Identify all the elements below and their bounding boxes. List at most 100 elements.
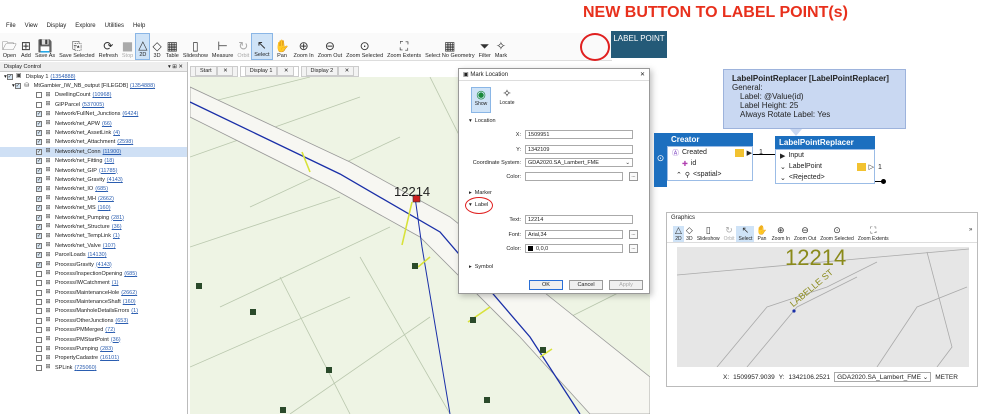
layer-row[interactable]: ✓ ⊞ Network/net_Valve (107)	[0, 241, 187, 250]
rejected-port-dot[interactable]	[881, 179, 886, 184]
show-button[interactable]: ◉ Show	[471, 87, 491, 113]
layer-row[interactable]: ✓ ⊞ Network/net_Structure (36)	[0, 222, 187, 231]
2d-button[interactable]: △ 2D	[135, 33, 151, 60]
zoom-selected-button[interactable]: ⊙ Zoom Selected	[818, 226, 856, 242]
layer-count[interactable]: 1	[114, 280, 117, 286]
layer-checkbox[interactable]	[36, 280, 42, 287]
layer-checkbox[interactable]: ✓	[36, 130, 42, 137]
graphics-canvas[interactable]: LABELLE ST 12214	[677, 247, 969, 367]
layer-row[interactable]: ⊞ Process/MaintenanceShaft (160)	[0, 297, 187, 306]
replacer-labelpoint-port[interactable]: ⌄ LabelPoint ▷	[776, 161, 874, 172]
layer-row[interactable]: ✓ ⊞ Network/net_Fitting (18)	[0, 157, 187, 166]
label-color-input[interactable]: 0,0,0	[525, 244, 623, 253]
layer-row[interactable]: ✓ ⊞ Network/FullNet_Junctions (6424)	[0, 110, 187, 119]
tree-dataset[interactable]: ▾ ✓ ⛁ MtGambier_IW_NB_output [FILEGDB] (…	[0, 81, 187, 90]
layer-checkbox[interactable]	[36, 346, 42, 353]
layer-row[interactable]: ✓ ⊞ Network/net_Conn (11900)	[0, 147, 187, 157]
layer-count[interactable]: 685	[97, 186, 106, 192]
marker-color-input[interactable]	[525, 172, 623, 181]
measure-button[interactable]: ⊢ Measure	[210, 33, 235, 60]
layer-row[interactable]: ⊞ Process/PMStartPoint (36)	[0, 335, 187, 344]
layer-checkbox[interactable]	[36, 299, 42, 306]
layer-count[interactable]: 11900	[104, 149, 119, 155]
layer-row[interactable]: ✓ ⊞ Network/net_Attachment (2598)	[0, 138, 187, 147]
apply-button[interactable]: Apply	[609, 280, 643, 290]
layer-count[interactable]: 107	[105, 243, 114, 249]
root-checkbox[interactable]: ✓	[6, 73, 13, 80]
dataset-checkbox[interactable]: ✓	[14, 83, 21, 90]
layer-count[interactable]: 4143	[109, 177, 121, 183]
ok-button[interactable]: OK	[529, 280, 563, 290]
layer-checkbox[interactable]: ✓	[36, 223, 42, 230]
layer-count[interactable]: 2662	[100, 196, 112, 202]
orbit-button[interactable]: ↻ Orbit	[722, 226, 737, 242]
layer-count[interactable]: 2598	[119, 139, 131, 145]
coordinate-system-select[interactable]: GDA2020.SA_Lambert_FME ⌄	[525, 158, 633, 167]
marker-color-browse-button[interactable]: ...	[629, 172, 638, 181]
layer-count[interactable]: 36	[113, 337, 119, 343]
layer-count[interactable]: 18	[106, 158, 112, 164]
close-icon[interactable]: ✕	[277, 66, 294, 76]
zoom-out-button[interactable]: ⊖ Zoom Out	[316, 33, 344, 60]
layer-checkbox[interactable]	[36, 92, 42, 99]
layer-count[interactable]: 281	[113, 215, 122, 221]
layer-checkbox[interactable]	[36, 327, 42, 334]
label-color-browse-button[interactable]: ...	[629, 244, 638, 253]
location-section-header[interactable]: ▾ Location	[469, 118, 496, 124]
layer-row[interactable]: ⊞ GIPParcel (537005)	[0, 100, 187, 109]
open-button[interactable]: 🗁 Open	[0, 33, 19, 60]
tree-root[interactable]: ▾ ✓ ▣ Display 1 (1354888)	[0, 72, 187, 81]
zoom-extents-button[interactable]: ⛶ Zoom Extents	[385, 33, 423, 60]
menu-item[interactable]: Explore	[75, 23, 95, 29]
layer-count[interactable]: 1	[133, 308, 136, 314]
replacer-input-port[interactable]: ▶ Input	[776, 150, 874, 161]
layer-checkbox[interactable]	[36, 289, 42, 296]
labelpointreplacer-node[interactable]: LabelPointReplacer ▶ Input ⌄ LabelPoint …	[775, 136, 875, 184]
pan-button[interactable]: ✋ Pan	[754, 226, 769, 242]
layer-checkbox[interactable]: ✓	[36, 214, 42, 221]
layer-count[interactable]: 160	[100, 205, 109, 211]
layer-row[interactable]: ⊞ Process/PMMerged (72)	[0, 326, 187, 335]
layer-row[interactable]: ✓ ⊞ Network/net_Gravity (4143)	[0, 175, 187, 184]
layer-checkbox[interactable]: ✓	[36, 261, 42, 268]
connection-line[interactable]	[753, 154, 775, 155]
layer-row[interactable]: ✓ ⊞ Network/net_APW (66)	[0, 119, 187, 128]
layer-checkbox[interactable]	[36, 355, 42, 362]
layer-count[interactable]: 10968	[94, 92, 109, 98]
refresh-button[interactable]: ⟳ Refresh	[97, 33, 120, 60]
marker-section-header[interactable]: ▸ Marker	[469, 190, 492, 196]
layer-checkbox[interactable]: ✓	[36, 252, 42, 259]
layer-checkbox[interactable]: ✓	[36, 242, 42, 249]
layer-row[interactable]: ⊞ Process/ManholeDetailsErrors (1)	[0, 307, 187, 316]
stop-button[interactable]: ■ Stop	[120, 33, 135, 60]
layer-count[interactable]: 725060	[76, 365, 94, 371]
layer-checkbox[interactable]: ✓	[36, 158, 42, 165]
layer-count[interactable]: 1	[115, 233, 118, 239]
layer-checkbox[interactable]: ✓	[36, 139, 42, 146]
menu-item[interactable]: Utilities	[105, 23, 124, 29]
layer-row[interactable]: ⊞ DwellingCount (10968)	[0, 91, 187, 100]
layer-row[interactable]: ✓ ⊞ Network/net_Pumping (281)	[0, 213, 187, 222]
layer-count[interactable]: 653	[117, 318, 126, 324]
view-tab[interactable]: Display 2 ✕	[300, 66, 360, 77]
creator-trigger-icon[interactable]: ⊙	[654, 133, 667, 187]
layer-row[interactable]: ✓ ⊞ Network/net_TempLink (1)	[0, 232, 187, 241]
layer-row[interactable]: ✓ ⊞ Network/net_GIP (11785)	[0, 166, 187, 175]
3d-button[interactable]: ◇ 3D	[684, 226, 695, 242]
layer-checkbox[interactable]	[36, 364, 42, 371]
layer-count[interactable]: 283	[102, 346, 111, 352]
close-icon[interactable]: ✕	[640, 71, 645, 78]
layer-row[interactable]: ✓ ⊞ ParcelLoads (14130)	[0, 250, 187, 259]
layer-count[interactable]: 160	[125, 299, 134, 305]
layer-count[interactable]: 2662	[123, 290, 135, 296]
zoom-extents-button[interactable]: ⛶ Zoom Extents	[856, 226, 891, 242]
inspect-icon[interactable]	[734, 148, 744, 157]
root-count[interactable]: 1354888	[52, 74, 73, 80]
layer-row[interactable]: ✓ ⊞ Network/net_MH (2662)	[0, 194, 187, 203]
layer-count[interactable]: 16101	[102, 355, 117, 361]
layer-checkbox[interactable]	[36, 317, 42, 324]
layer-checkbox[interactable]: ✓	[36, 233, 42, 240]
layer-count[interactable]: 11785	[101, 168, 116, 174]
dataset-count[interactable]: 1354888	[132, 83, 153, 89]
layer-checkbox[interactable]	[36, 336, 42, 343]
